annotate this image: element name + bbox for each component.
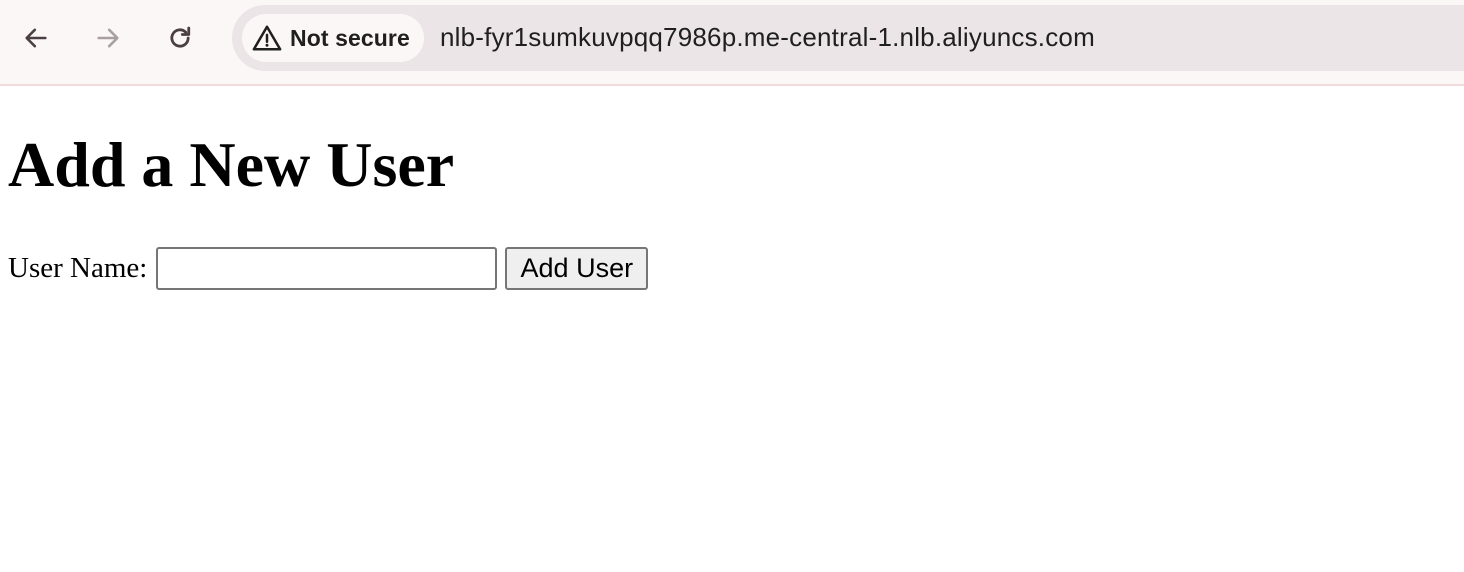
user-name-input[interactable] [156, 246, 498, 290]
reload-button[interactable] [158, 16, 202, 60]
url-text[interactable]: nlb-fyr1sumkuvpqq7986p.me-central-1.nlb.… [440, 22, 1095, 53]
add-user-form: User Name: Add User [8, 246, 649, 290]
browser-toolbar: Not secure nlb-fyr1sumkuvpqq7986p.me-cen… [0, 0, 1464, 86]
user-name-label: User Name: [8, 251, 148, 284]
forward-arrow-icon [97, 28, 119, 48]
security-indicator[interactable]: Not secure [242, 14, 424, 62]
back-arrow-icon [25, 28, 47, 48]
warning-triangle-icon [252, 23, 282, 53]
security-label: Not secure [290, 24, 410, 51]
forward-button[interactable] [86, 16, 130, 60]
page-title: Add a New User [8, 129, 455, 200]
address-bar[interactable]: Not secure nlb-fyr1sumkuvpqq7986p.me-cen… [232, 5, 1464, 71]
reload-icon [170, 26, 191, 48]
add-user-button[interactable]: Add User [505, 246, 649, 290]
back-button[interactable] [14, 16, 58, 60]
